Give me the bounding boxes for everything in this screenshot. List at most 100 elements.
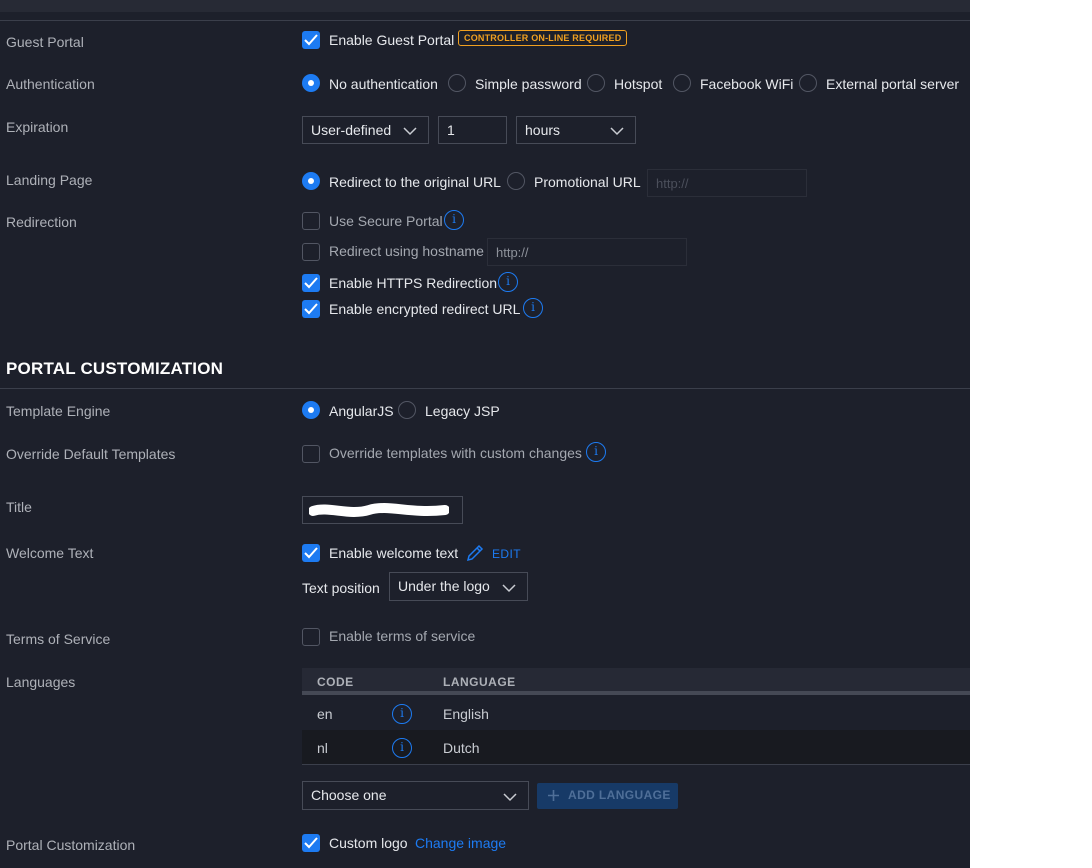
landing-promotional-url-label: Promotional URL xyxy=(534,174,641,190)
check-icon xyxy=(304,303,318,315)
terms-of-service-label: Terms of Service xyxy=(6,631,111,647)
check-icon xyxy=(304,547,318,559)
enable-https-redirection-checkbox[interactable] xyxy=(302,274,320,292)
redirect-hostname-label: Redirect using hostname xyxy=(329,243,484,259)
redirect-hostname-checkbox[interactable] xyxy=(302,243,320,261)
custom-logo-checkbox[interactable] xyxy=(302,834,320,852)
table-header-border xyxy=(302,691,970,695)
section-title: PORTAL CUSTOMIZATION xyxy=(6,359,224,378)
column-header-code: CODE xyxy=(317,675,354,689)
controller-online-badge: CONTROLLER ON-LINE REQUIRED xyxy=(458,30,628,46)
template-legacy-jsp-radio[interactable] xyxy=(398,401,416,419)
enable-https-redirection-label: Enable HTTPS Redirection xyxy=(329,275,498,291)
enable-terms-label: Enable terms of service xyxy=(329,628,476,644)
languages-label: Languages xyxy=(6,674,76,690)
auth-simple-password-label: Simple password xyxy=(475,76,582,92)
table-bottom-border xyxy=(302,764,970,765)
chevron-down-icon xyxy=(403,127,417,136)
auth-external-portal-radio[interactable] xyxy=(799,74,817,92)
check-icon xyxy=(304,34,318,46)
override-templates-checkbox[interactable] xyxy=(302,445,320,463)
title-label: Title xyxy=(6,499,32,515)
auth-simple-password-radio[interactable] xyxy=(448,74,466,92)
template-legacy-jsp-label: Legacy JSP xyxy=(425,403,500,419)
text-position-select[interactable]: Under the logo xyxy=(389,572,528,601)
pencil-icon[interactable] xyxy=(465,543,485,563)
landing-page-label: Landing Page xyxy=(6,172,93,188)
override-templates-label: Override Default Templates xyxy=(6,446,176,462)
chevron-down-icon xyxy=(502,584,516,593)
divider xyxy=(0,20,970,21)
info-icon[interactable]: i xyxy=(392,704,412,724)
enable-terms-checkbox[interactable] xyxy=(302,628,320,646)
custom-logo-label: Custom logo xyxy=(329,835,408,851)
guest-portal-label: Guest Portal xyxy=(6,34,84,50)
override-templates-option: Override templates with custom changes xyxy=(329,445,582,461)
check-icon xyxy=(304,837,318,849)
expiration-label: Expiration xyxy=(6,119,69,135)
edit-welcome-text-link[interactable]: EDIT xyxy=(492,547,521,561)
redacted-text-scribble xyxy=(309,503,449,517)
auth-facebook-wifi-radio[interactable] xyxy=(673,74,691,92)
expiration-mode-select[interactable]: User-defined xyxy=(302,116,429,144)
auth-no-authentication-label: No authentication xyxy=(329,76,438,92)
text-position-label: Text position xyxy=(302,580,380,596)
info-icon[interactable]: i xyxy=(444,210,464,230)
expiration-value: 1 xyxy=(447,122,455,138)
landing-original-url-radio[interactable] xyxy=(302,172,320,190)
divider xyxy=(0,388,970,389)
settings-panel: Guest Portal Enable Guest Portal CONTROL… xyxy=(0,0,970,868)
promotional-url-placeholder: http:// xyxy=(656,176,689,191)
auth-hotspot-radio[interactable] xyxy=(587,74,605,92)
top-bar xyxy=(0,0,970,12)
enable-welcome-text-checkbox[interactable] xyxy=(302,544,320,562)
table-row: nl i Dutch xyxy=(302,730,970,764)
text-position-value: Under the logo xyxy=(398,578,490,594)
chevron-down-icon xyxy=(503,793,517,802)
language-name: English xyxy=(443,706,489,722)
use-secure-portal-label: Use Secure Portal xyxy=(329,213,443,229)
template-angularjs-label: AngularJS xyxy=(329,403,394,419)
add-language-button[interactable]: ADD LANGUAGE xyxy=(537,783,678,809)
template-angularjs-radio[interactable] xyxy=(302,401,320,419)
auth-facebook-wifi-label: Facebook WiFi xyxy=(700,76,794,92)
enable-encrypted-redirect-checkbox[interactable] xyxy=(302,300,320,318)
check-icon xyxy=(304,277,318,289)
authentication-label: Authentication xyxy=(6,76,95,92)
plus-icon xyxy=(548,790,559,801)
template-engine-label: Template Engine xyxy=(6,403,111,419)
title-input[interactable] xyxy=(302,496,463,524)
expiration-value-input[interactable]: 1 xyxy=(438,116,507,144)
landing-original-url-label: Redirect to the original URL xyxy=(329,174,501,190)
table-row: en i English xyxy=(302,696,970,730)
use-secure-portal-checkbox[interactable] xyxy=(302,212,320,230)
welcome-text-label: Welcome Text xyxy=(6,545,94,561)
info-icon[interactable]: i xyxy=(586,442,606,462)
redirect-hostname-placeholder: http:// xyxy=(496,245,529,260)
info-icon[interactable]: i xyxy=(392,738,412,758)
promotional-url-input[interactable]: http:// xyxy=(647,169,807,197)
choose-language-value: Choose one xyxy=(311,787,387,803)
add-language-label: ADD LANGUAGE xyxy=(568,788,671,802)
info-icon[interactable]: i xyxy=(523,298,543,318)
change-image-link[interactable]: Change image xyxy=(415,835,506,851)
language-code: en xyxy=(317,706,333,722)
choose-language-select[interactable]: Choose one xyxy=(302,781,529,810)
expiration-unit-select[interactable]: hours xyxy=(516,116,636,144)
auth-external-portal-label: External portal server xyxy=(826,76,960,92)
language-name: Dutch xyxy=(443,740,480,756)
redirection-label: Redirection xyxy=(6,214,77,230)
chevron-down-icon xyxy=(610,127,624,136)
info-icon[interactable]: i xyxy=(498,272,518,292)
portal-customization-label: Portal Customization xyxy=(6,837,136,853)
enable-welcome-text-label: Enable welcome text xyxy=(329,545,459,561)
enable-encrypted-redirect-label: Enable encrypted redirect URL xyxy=(329,301,521,317)
auth-hotspot-label: Hotspot xyxy=(614,76,663,92)
enable-guest-portal-checkbox[interactable] xyxy=(302,31,320,49)
landing-promotional-url-radio[interactable] xyxy=(507,172,525,190)
enable-guest-portal-label: Enable Guest Portal xyxy=(329,32,455,48)
expiration-unit-value: hours xyxy=(525,122,561,138)
auth-no-authentication-radio[interactable] xyxy=(302,74,320,92)
redirect-hostname-input[interactable]: http:// xyxy=(487,238,687,266)
expiration-mode-value: User-defined xyxy=(311,122,392,138)
